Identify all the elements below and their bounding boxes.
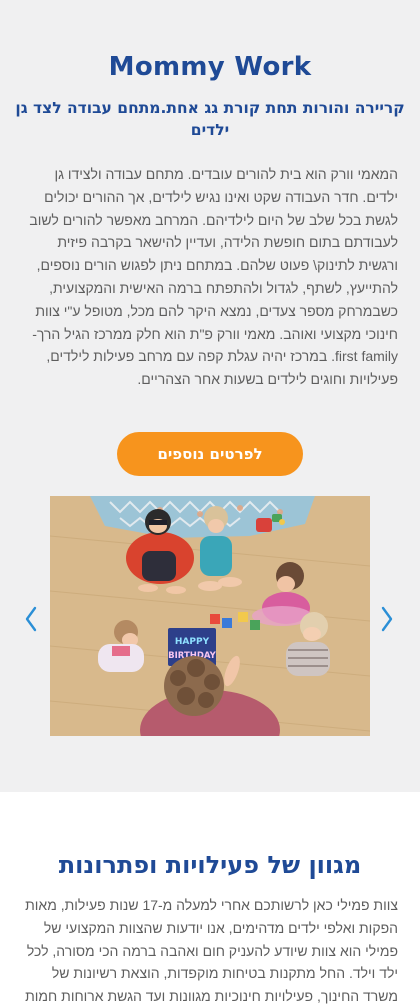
- hero-subtitle: קריירה והורות תחת קורת גג אחת.מתחם עבודה…: [15, 99, 405, 139]
- more-details-button[interactable]: לפרטים נוספים: [117, 432, 303, 476]
- hero-title: Mommy Work: [108, 52, 312, 82]
- image-slider[interactable]: HAPPY BIRTHDAY: [50, 496, 370, 736]
- slide-photo-children-party: HAPPY BIRTHDAY: [50, 496, 370, 736]
- hero-section: Mommy Work קריירה והורות תחת קורת גג אחת…: [0, 0, 420, 792]
- activities-description: צוות פמילי כאן לרשותכם אחרי למעלה מ-17 ש…: [25, 897, 398, 1005]
- chevron-right-icon[interactable]: [378, 604, 396, 634]
- hero-description: המאמי וורק הוא בית להורים עובדים. מתחם ע…: [29, 166, 398, 388]
- activities-title: מגוון של פעילויות ופתרונות: [58, 851, 362, 879]
- slide-caption-line1: HAPPY: [175, 637, 210, 647]
- chevron-left-icon[interactable]: [22, 604, 40, 634]
